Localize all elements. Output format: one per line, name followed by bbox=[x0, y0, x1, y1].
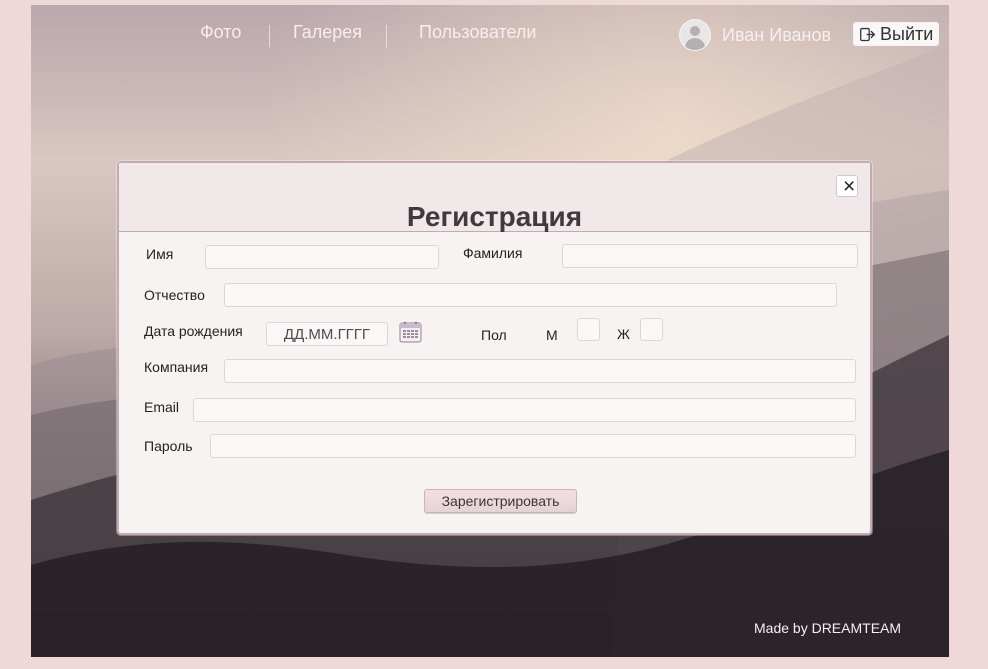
current-user[interactable]: Иван Иванов bbox=[679, 19, 831, 51]
registration-dialog: Регистрация × Имя Фамилия Отчество Дата … bbox=[117, 161, 872, 535]
logout-label: Выйти bbox=[880, 23, 934, 44]
nav-divider bbox=[269, 25, 270, 47]
main-view: Фото Галерея Пользователи Иван Иванов Вы… bbox=[31, 5, 949, 657]
middle-name-label: Отчество bbox=[144, 287, 205, 303]
nav-photo-link[interactable]: Фото bbox=[200, 22, 241, 43]
registration-dialog-header: Регистрация × bbox=[119, 163, 870, 232]
logout-icon bbox=[860, 27, 876, 41]
footer-credit: Made by DREAMTEAM bbox=[754, 620, 902, 636]
last-name-input[interactable] bbox=[562, 244, 858, 268]
last-name-label: Фамилия bbox=[463, 245, 523, 261]
gender-male-label: М bbox=[546, 327, 558, 343]
gender-female-checkbox[interactable] bbox=[640, 318, 663, 341]
first-name-input[interactable] bbox=[205, 245, 439, 269]
register-button[interactable]: Зарегистрировать bbox=[424, 489, 577, 513]
birth-date-input[interactable] bbox=[266, 322, 388, 346]
logout-button[interactable]: Выйти bbox=[853, 22, 940, 46]
gender-female-label: Ж bbox=[617, 326, 630, 342]
password-input[interactable] bbox=[210, 434, 856, 458]
gender-male-checkbox[interactable] bbox=[577, 318, 600, 341]
company-label: Компания bbox=[144, 359, 209, 375]
close-icon: × bbox=[843, 175, 856, 198]
first-name-label: Имя bbox=[146, 246, 174, 262]
email-label: Email bbox=[144, 399, 180, 415]
password-label: Пароль bbox=[144, 438, 193, 454]
nav-gallery-link[interactable]: Галерея bbox=[293, 22, 362, 43]
nav-users-link[interactable]: Пользователи bbox=[419, 22, 536, 43]
company-input[interactable] bbox=[224, 359, 856, 383]
registration-title: Регистрация bbox=[406, 200, 583, 232]
calendar-icon[interactable] bbox=[399, 321, 422, 343]
close-button[interactable]: × bbox=[836, 175, 858, 197]
user-avatar-icon bbox=[679, 19, 711, 51]
top-navigation: Фото Галерея Пользователи Иван Иванов Вы… bbox=[31, 5, 949, 65]
middle-name-input[interactable] bbox=[224, 283, 837, 307]
nav-divider bbox=[386, 25, 387, 47]
user-name: Иван Иванов bbox=[722, 24, 832, 45]
birth-date-label: Дата рождения bbox=[144, 323, 243, 339]
email-input[interactable] bbox=[193, 398, 856, 422]
gender-label: Пол bbox=[481, 327, 507, 343]
